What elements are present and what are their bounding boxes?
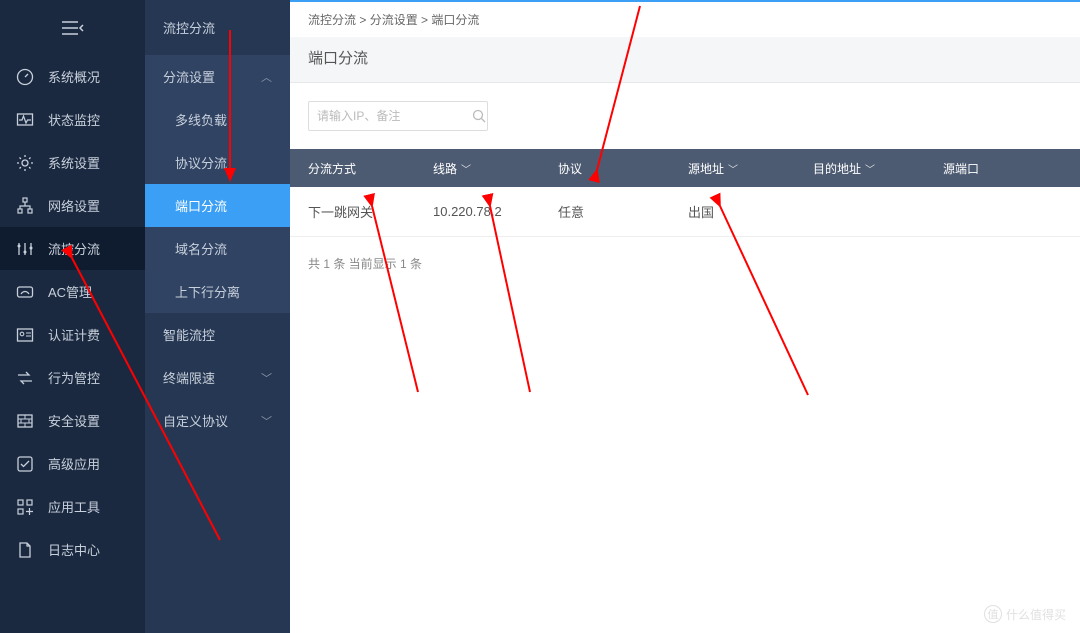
nav-system-overview[interactable]: 系统概况 [0,55,145,98]
th-split-method[interactable]: 分流方式 [308,160,433,177]
chevron-up-icon: ︿ [261,69,272,85]
sliders-icon [16,240,34,258]
nav-label: 应用工具 [48,497,100,516]
nav-system-settings[interactable]: 系统设置 [0,141,145,184]
cell-split-method: 下一跳网关 [308,202,433,221]
subnav-item-label: 端口分流 [175,196,227,215]
th-protocol[interactable]: 协议 [558,160,688,177]
subnav-updown-split[interactable]: 上下行分离 [145,270,290,313]
search-box [308,101,488,131]
wifi-icon [16,283,34,301]
nav-ac-management[interactable]: AC管理 [0,270,145,313]
subnav-item-label: 自定义协议 [163,411,228,430]
firewall-icon [16,412,34,430]
subnav-port-split[interactable]: 端口分流 [145,184,290,227]
id-card-icon [16,326,34,344]
nav-label: 系统概况 [48,67,100,86]
content-area: 流控分流 > 分流设置 > 端口分流 端口分流 分流方式 线路﹀ 协议 源地址﹀… [290,0,1080,633]
chevron-down-icon: ﹀ [728,161,738,176]
subnav-item-label: 多线负载 [175,110,227,129]
arrows-icon [16,369,34,387]
nav-log-center[interactable]: 日志中心 [0,528,145,571]
subnav-title: 流控分流 [145,0,290,55]
subnav-item-label: 上下行分离 [175,282,240,301]
th-source-port[interactable]: 源端口 [943,160,1062,177]
nav-label: 状态监控 [48,110,100,129]
subnav-protocol-split[interactable]: 协议分流 [145,141,290,184]
nav-label: 网络设置 [48,196,100,215]
nav-label: 安全设置 [48,411,100,430]
search-icon[interactable] [472,109,486,123]
subnav-item-label: 智能流控 [163,325,215,344]
nav-label: 高级应用 [48,454,100,473]
th-line[interactable]: 线路﹀ [433,160,558,177]
breadcrumb: 流控分流 > 分流设置 > 端口分流 [290,2,1080,37]
apps-grid-icon [16,498,34,516]
dashboard-icon [16,68,34,86]
chevron-down-icon: ﹀ [461,161,471,176]
breadcrumb-item[interactable]: 分流设置 [370,13,418,27]
watermark-text: 什么值得买 [1006,606,1066,623]
nav-label: 流控分流 [48,239,100,258]
nav-auth-billing[interactable]: 认证计费 [0,313,145,356]
subnav-custom-protocol[interactable]: 自定义协议 ﹀ [145,399,290,442]
nav-label: 认证计费 [48,325,100,344]
page-title: 端口分流 [290,37,1080,83]
watermark: 值 什么值得买 [984,605,1066,623]
nav-behavior-control[interactable]: 行为管控 [0,356,145,399]
chevron-down-icon: ﹀ [865,161,875,176]
search-input[interactable] [317,109,472,123]
breadcrumb-item[interactable]: 流控分流 [308,13,356,27]
nav-status-monitor[interactable]: 状态监控 [0,98,145,141]
subnav-item-label: 域名分流 [175,239,227,258]
nav-network-settings[interactable]: 网络设置 [0,184,145,227]
nav-label: 日志中心 [48,540,100,559]
main-sidebar: 系统概况 状态监控 系统设置 网络设置 流控分流 AC管理 认证计费 行为管控 [0,0,145,633]
chevron-down-icon: ﹀ [261,413,272,429]
nav-flow-control[interactable]: 流控分流 [0,227,145,270]
nav-app-tools[interactable]: 应用工具 [0,485,145,528]
menu-collapse-icon [62,21,84,35]
cell-source-addr: 出国 [688,202,813,221]
chevron-down-icon: ﹀ [261,370,272,386]
subnav-item-label: 终端限速 [163,368,215,387]
table-summary: 共 1 条 当前显示 1 条 [290,237,1080,290]
subnav-smart-flow[interactable]: 智能流控 [145,313,290,356]
nav-label: 行为管控 [48,368,100,387]
nav-label: 系统设置 [48,153,100,172]
document-icon [16,541,34,559]
network-icon [16,197,34,215]
subnav-multi-line-load[interactable]: 多线负载 [145,98,290,141]
subnav-terminal-limit[interactable]: 终端限速 ﹀ [145,356,290,399]
monitor-icon [16,111,34,129]
subnav-group-split-settings[interactable]: 分流设置 ︿ [145,55,290,98]
table-row[interactable]: 下一跳网关 10.220.78.2 任意 出国 [290,187,1080,237]
nav-label: AC管理 [48,282,92,301]
subnav-domain-split[interactable]: 域名分流 [145,227,290,270]
subnav-item-label: 协议分流 [175,153,227,172]
th-source-addr[interactable]: 源地址﹀ [688,160,813,177]
nav-security-settings[interactable]: 安全设置 [0,399,145,442]
collapse-toggle[interactable] [0,0,145,55]
check-app-icon [16,455,34,473]
nav-advanced-apps[interactable]: 高级应用 [0,442,145,485]
table-header: 分流方式 线路﹀ 协议 源地址﹀ 目的地址﹀ 源端口 [290,149,1080,187]
subnav-group-label: 分流设置 [163,67,215,86]
cell-line: 10.220.78.2 [433,204,558,219]
watermark-icon: 值 [984,605,1002,623]
cell-protocol: 任意 [558,202,688,221]
th-dest-addr[interactable]: 目的地址﹀ [813,160,943,177]
breadcrumb-item: 端口分流 [431,13,479,27]
gear-icon [16,154,34,172]
sub-sidebar: 流控分流 分流设置 ︿ 多线负载 协议分流 端口分流 域名分流 上下行分离 智能… [145,0,290,633]
